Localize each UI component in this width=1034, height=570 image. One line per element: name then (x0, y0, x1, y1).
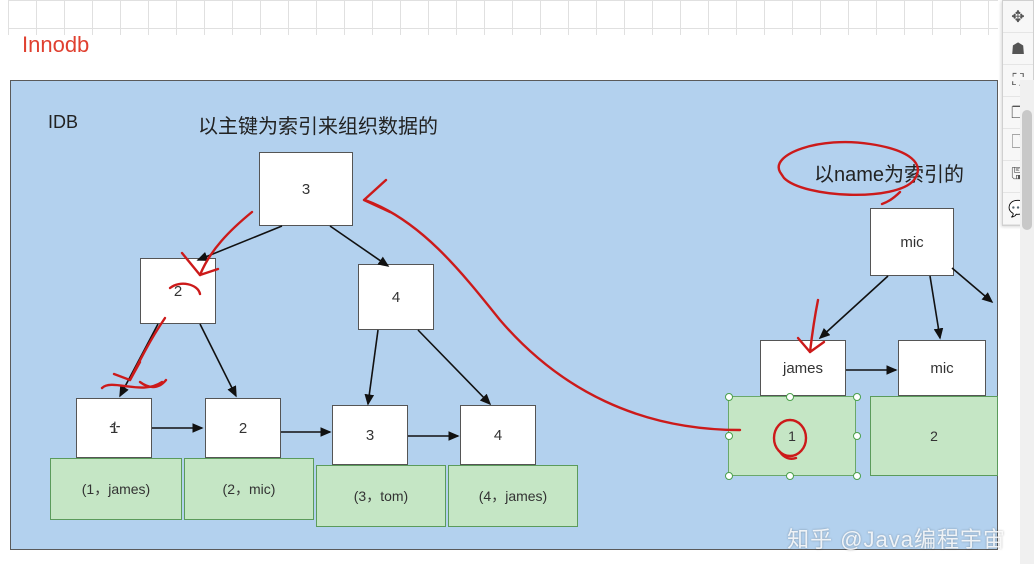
label-primary-index: 以主键为索引来组织数据的 (198, 110, 438, 139)
scrollbar-thumb[interactable] (1022, 110, 1032, 230)
node-root-3[interactable]: 3 (259, 152, 353, 226)
node-mid-4[interactable]: 4 (358, 264, 434, 330)
label-secondary-index: 以name为索引的 (814, 158, 964, 187)
selection-handle[interactable] (725, 393, 733, 401)
node-root-mic[interactable]: mic (870, 208, 954, 276)
leaf-white-2[interactable]: 2 (205, 398, 281, 458)
leaf-white-james[interactable]: james (760, 340, 846, 396)
selection-handle[interactable] (725, 472, 733, 480)
leaf-white-3[interactable]: 3 (332, 405, 408, 465)
selection-handle[interactable] (786, 393, 794, 401)
label-idb: IDB (48, 112, 78, 133)
title-innodb: Innodb (22, 32, 89, 58)
insertion-caret: ⊹ (109, 418, 121, 435)
leaf-white-mic2[interactable]: mic (898, 340, 986, 396)
leaf-green-1[interactable]: (1，james) (50, 458, 182, 520)
node-mid-2[interactable]: 2 (140, 258, 216, 324)
leaf-green-2[interactable]: (2，mic) (184, 458, 314, 520)
canvas-grid (8, 0, 998, 35)
watermark-sub: https://blog.csdn.net/Butterfly_resting (825, 558, 1006, 570)
leaf-green-sec-2[interactable]: 2 (870, 396, 998, 476)
selection-handle[interactable] (853, 472, 861, 480)
selection-handle[interactable] (786, 472, 794, 480)
selection-handle[interactable] (853, 393, 861, 401)
leaf-green-sec-1[interactable]: 1 (728, 396, 856, 476)
leaf-white-4[interactable]: 4 (460, 405, 536, 465)
leaf-green-4[interactable]: (4，james) (448, 465, 578, 527)
crosshair-icon[interactable]: ✥ (1003, 1, 1033, 33)
selection-handle[interactable] (725, 432, 733, 440)
watermark: 知乎 @Java编程宇宙 (787, 522, 1006, 554)
bookmark-icon[interactable]: ☗ (1003, 33, 1033, 65)
vertical-scrollbar[interactable] (1020, 80, 1034, 564)
leaf-green-3[interactable]: (3，tom) (316, 465, 446, 527)
selection-handle[interactable] (853, 432, 861, 440)
